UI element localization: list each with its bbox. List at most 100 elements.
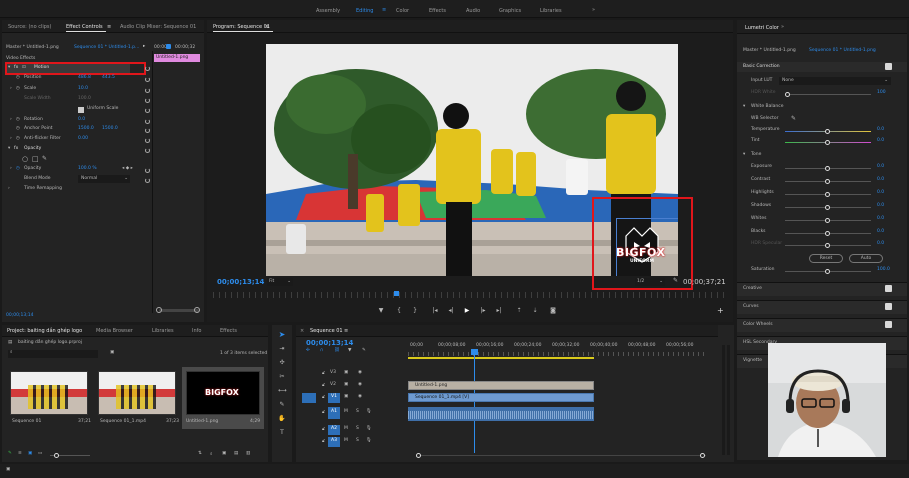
auto-button[interactable]: Auto [849, 254, 883, 263]
linked-selection-icon[interactable]: ⛓ [334, 348, 340, 357]
new-bin-icon[interactable]: ▣ [110, 350, 114, 359]
workspace-editing[interactable]: Editing [356, 8, 373, 14]
hdr-white-knob[interactable] [785, 92, 790, 97]
quality-select[interactable]: 1/2 ⌄ [635, 278, 665, 286]
ripple-edit-tool-icon[interactable]: ✣ [278, 359, 286, 367]
effect-controls-menu-icon[interactable]: ≡ [107, 24, 111, 30]
ec-zoom-knob-left[interactable] [156, 307, 162, 313]
program-timecode-current[interactable]: 00;00;13;14 [217, 278, 264, 286]
timeline-zoom-left-knob[interactable] [416, 453, 421, 458]
find-icon[interactable]: ⌕ [210, 451, 213, 460]
uniform-scale-checkbox[interactable] [78, 107, 84, 113]
new-item-icon[interactable]: ▤ [234, 451, 238, 460]
voiceover-mic-icon[interactable]: 🎙︎ [366, 409, 372, 418]
opacity-group-reset-icon[interactable] [145, 148, 150, 153]
thumb-size-knob[interactable] [54, 453, 59, 458]
sequence-clip-label[interactable]: Sequence 01 * Untitled-1.p... [74, 45, 139, 54]
exposure-value[interactable]: 0.0 [877, 164, 884, 173]
tab-effects[interactable]: Effects [220, 328, 237, 334]
hdr-specular-slider[interactable] [785, 243, 871, 248]
solo-button[interactable]: S [356, 426, 359, 435]
thumb-size-slider[interactable] [50, 453, 90, 458]
mute-button[interactable]: M [344, 438, 348, 447]
editing-menu-icon[interactable]: ≡ [382, 7, 386, 13]
eye-icon[interactable]: ◉ [358, 370, 362, 379]
opacity-keyframe-nav-icon[interactable]: ◂ ◆ ▸ [122, 166, 133, 175]
blend-mode-select[interactable]: Normal ⌄ [78, 175, 130, 183]
uniform-scale-reset-icon[interactable] [145, 108, 150, 113]
position-y-value[interactable]: 443.5 [102, 75, 115, 84]
contrast-slider[interactable] [785, 179, 871, 184]
eyedropper-icon[interactable]: ✎ [791, 115, 796, 124]
tab-source[interactable]: Source: (no clips) [8, 24, 51, 30]
mark-out-icon[interactable]: } [411, 307, 419, 315]
lock-icon[interactable]: 🔓︎ [322, 394, 325, 403]
lift-icon[interactable]: ⇡ [515, 307, 523, 315]
rotation-value[interactable]: 0.0 [78, 117, 85, 126]
scale-value[interactable]: 10.0 [78, 86, 88, 95]
lumetri-title[interactable]: Lumetri Color [745, 25, 779, 31]
play-only-icon[interactable]: ▸ [143, 44, 145, 53]
solo-button[interactable]: S [356, 438, 359, 447]
time-remap-expand-icon[interactable]: › [8, 186, 10, 195]
contrast-value[interactable]: 0.0 [877, 177, 884, 186]
tab-project[interactable]: Project: baiting dắn ghép logo [7, 328, 82, 334]
sync-lock-icon[interactable]: ▣ [344, 394, 348, 403]
program-monitor-menu-icon[interactable]: ≡ [265, 24, 269, 30]
curves-section[interactable] [737, 300, 907, 314]
saturation-value[interactable]: 100.0 [877, 267, 890, 276]
rotation-stopwatch-icon[interactable]: ◷ [16, 117, 20, 126]
timeline-ruler[interactable]: 00;00 00;00;08;00 00;00;16;00 00;00;24;0… [408, 341, 708, 359]
track-label[interactable]: A3 [331, 438, 337, 447]
highlights-value[interactable]: 0.0 [877, 190, 884, 199]
lock-icon[interactable]: 🔓︎ [322, 382, 325, 391]
white-balance-expand-icon[interactable]: ▾ [743, 104, 745, 113]
hdr-specular-knob[interactable] [825, 243, 830, 248]
anchor-stopwatch-icon[interactable]: ◷ [16, 126, 20, 135]
whites-value[interactable]: 0.0 [877, 216, 884, 225]
position-stopwatch-icon[interactable]: ◷ [16, 75, 20, 84]
contrast-knob[interactable] [825, 179, 830, 184]
opacity-expand-sub-icon[interactable]: › [10, 166, 12, 175]
mask-pen-icon[interactable]: ✎ [42, 155, 47, 164]
ec-timecode[interactable]: 00;00;13;14 [6, 313, 33, 322]
ec-clip-chip[interactable]: Untitled-1.png [154, 54, 200, 62]
temperature-value[interactable]: 0.0 [877, 127, 884, 136]
hdr-white-value[interactable]: 100 [877, 90, 886, 99]
blacks-knob[interactable] [825, 231, 830, 236]
mute-button[interactable]: M [344, 409, 348, 418]
sync-lock-icon[interactable]: ▣ [344, 370, 348, 379]
tint-value[interactable]: 0.0 [877, 138, 884, 147]
clip-sequence-video[interactable]: Sequence 01_1.mp4 [V] [408, 393, 594, 402]
icon-view-icon[interactable]: ▣ [28, 451, 32, 460]
nest-toggle-icon[interactable]: ✣ [306, 348, 310, 357]
hdr-white-slider[interactable] [785, 92, 871, 97]
tint-knob[interactable] [825, 140, 830, 145]
sync-lock-icon[interactable]: ▣ [344, 382, 348, 391]
scale-width-reset-icon[interactable] [145, 98, 150, 103]
tone-expand-icon[interactable]: ▾ [743, 152, 745, 161]
track-label[interactable]: V2 [330, 382, 336, 391]
workspace-libraries[interactable]: Libraries [540, 8, 562, 14]
add-marker-icon[interactable]: ▼ [377, 307, 385, 315]
anti-flicker-expand-icon[interactable]: › [10, 136, 12, 145]
anti-flicker-stopwatch-icon[interactable]: ◷ [16, 136, 20, 145]
whites-slider[interactable] [785, 218, 871, 223]
mark-in-icon[interactable]: { [395, 307, 403, 315]
position-reset-icon[interactable] [145, 77, 150, 82]
track-label[interactable]: V3 [330, 370, 336, 379]
workspace-graphics[interactable]: Graphics [499, 8, 521, 14]
settings-wrench-icon[interactable]: ✎ [673, 277, 678, 284]
scale-stopwatch-icon[interactable]: ◷ [16, 86, 20, 95]
anchor-x-value[interactable]: 1500.0 [78, 126, 94, 135]
add-marker-timeline-icon[interactable]: ▼ [348, 348, 351, 357]
clip-sequence-audio[interactable] [408, 407, 594, 421]
go-to-out-icon[interactable]: ▸| [495, 307, 503, 315]
extract-icon[interactable]: ⇣ [531, 307, 539, 315]
mask-rect-icon[interactable]: □ [32, 155, 39, 164]
workspace-audio[interactable]: Audio [466, 8, 480, 14]
tab-info[interactable]: Info [192, 328, 201, 334]
razor-tool-icon[interactable]: ✂ [278, 373, 286, 381]
clear-icon[interactable]: ▥ [246, 451, 250, 460]
anchor-y-value[interactable]: 1500.0 [102, 126, 118, 135]
